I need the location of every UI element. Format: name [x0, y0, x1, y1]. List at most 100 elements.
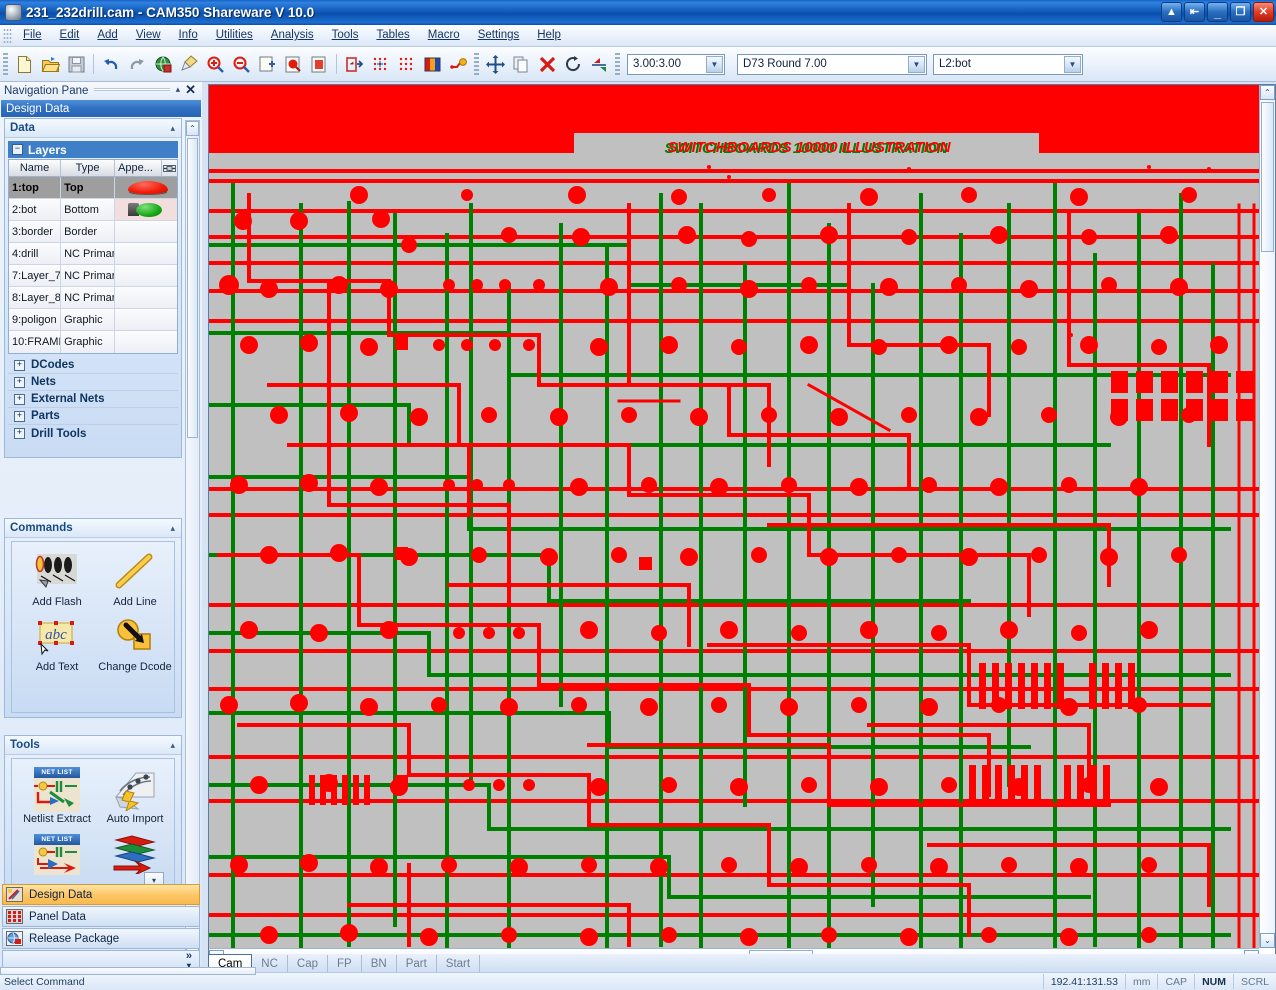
layer-appearance[interactable] — [115, 221, 177, 242]
column-header-name[interactable]: Name — [9, 160, 62, 176]
column-header-type[interactable]: Type — [61, 160, 116, 176]
grid-visible-icon[interactable] — [368, 52, 392, 76]
menu-item-file[interactable]: File — [14, 26, 51, 45]
menu-item-utilities[interactable]: Utilities — [207, 26, 262, 45]
mode-button-release-package[interactable]: Release Package — [2, 928, 200, 949]
layer-appearance[interactable] — [115, 265, 177, 286]
command-add-text[interactable]: abc Add Text — [18, 613, 96, 674]
undo-arrow-icon[interactable] — [99, 52, 123, 76]
pane-close-icon[interactable]: ✕ — [185, 82, 202, 100]
data-panel-header[interactable]: Data ▴ — [5, 119, 181, 138]
redo-arrow-icon[interactable] — [125, 52, 149, 76]
table-row[interactable]: 4:drill NC Primary — [9, 243, 177, 265]
pcb-artwork[interactable]: SWITCHBOARDS 10000 ILLUSTRATION SWITCHBO… — [209, 85, 1259, 948]
rotate-icon[interactable] — [561, 52, 585, 76]
layers-group-row[interactable]: − Layers — [8, 141, 178, 158]
collapse-icon[interactable]: ▴ — [170, 123, 181, 134]
tree-node-parts[interactable]: + Parts — [8, 408, 178, 425]
command-add-line[interactable]: Add Line — [96, 548, 174, 609]
table-row[interactable]: 2:bot Bottom — [9, 199, 177, 221]
layer-appearance[interactable] — [115, 177, 177, 198]
expand-icon[interactable]: + — [14, 359, 25, 371]
menu-item-info[interactable]: Info — [170, 26, 207, 45]
layer-appearance[interactable] — [115, 243, 177, 264]
command-add-flash[interactable]: Add Flash — [18, 548, 96, 609]
tab-cap[interactable]: Cap — [288, 955, 329, 972]
tool-auto-import[interactable]: Auto Import — [96, 765, 174, 826]
tool-netlist-extract[interactable]: NET LIST Netlist Extract — [18, 765, 96, 826]
window-title-bar[interactable]: 231_232drill.cam - CAM350 Shareware V 10… — [0, 0, 1276, 25]
tree-node-dcodes[interactable]: + DCodes — [8, 357, 178, 374]
design-data-section-tab[interactable]: Design Data — [1, 100, 201, 117]
menu-item-help[interactable]: Help — [528, 26, 570, 45]
maximize-button[interactable]: ❐ — [1230, 2, 1251, 22]
move-icon[interactable] — [483, 52, 507, 76]
menu-item-settings[interactable]: Settings — [469, 26, 529, 45]
delete-icon[interactable] — [535, 52, 559, 76]
tree-node-nets[interactable]: + Nets — [8, 374, 178, 391]
expand-icon[interactable]: + — [14, 376, 25, 388]
tab-fp[interactable]: FP — [328, 955, 362, 972]
zoom-out-icon[interactable] — [229, 52, 253, 76]
appearance-settings-icon[interactable] — [162, 160, 177, 176]
table-row[interactable]: 9:poligon Graphic — [9, 309, 177, 331]
scrollbar-thumb[interactable] — [1261, 102, 1274, 252]
mode-button-panel-data[interactable]: Panel Data — [2, 906, 200, 927]
pan-window-icon[interactable] — [342, 52, 366, 76]
menu-drag-grip[interactable] — [3, 27, 12, 44]
layer-appearance[interactable] — [115, 331, 177, 353]
tool-layer-stack[interactable] — [96, 830, 174, 878]
expand-icon[interactable]: + — [14, 428, 25, 439]
chevron-down-icon[interactable]: ▼ — [908, 55, 925, 73]
zoom-window-icon[interactable] — [255, 52, 279, 76]
toolbar-end-grip[interactable] — [615, 53, 620, 75]
command-change-dcode[interactable]: Change Dcode — [96, 613, 174, 674]
active-layer-combo[interactable]: L2:bot ▼ — [933, 53, 1083, 75]
collapse-icon[interactable]: ▴ — [170, 523, 181, 534]
tab-nc[interactable]: NC — [252, 955, 288, 972]
table-row[interactable]: 7:Layer_7 NC Primary — [9, 265, 177, 287]
tab-start[interactable]: Start — [437, 955, 481, 972]
menu-item-tables[interactable]: Tables — [367, 26, 418, 45]
save-disk-icon[interactable] — [64, 52, 88, 76]
minimize-button[interactable]: _ — [1207, 2, 1228, 22]
canvas-vertical-scrollbar[interactable]: ⌃ ⌄ — [1259, 85, 1275, 948]
pane-minimize-icon[interactable]: ▴ — [176, 84, 186, 98]
menu-item-add[interactable]: Add — [88, 26, 126, 45]
toolbar-group-grip[interactable] — [474, 53, 479, 75]
expand-icon[interactable]: + — [14, 393, 25, 405]
expand-icon[interactable]: + — [14, 410, 25, 422]
rollup-button[interactable]: ▲ — [1161, 2, 1182, 22]
globe-icon[interactable] — [151, 52, 175, 76]
collapse-icon[interactable]: ▴ — [170, 740, 181, 751]
paint-brush-icon[interactable] — [177, 52, 201, 76]
table-row[interactable]: 3:border Border — [9, 221, 177, 243]
layer-appearance[interactable] — [115, 287, 177, 308]
layer-appearance[interactable] — [115, 199, 177, 220]
grid-snap-icon[interactable] — [394, 52, 418, 76]
menu-item-macro[interactable]: Macro — [419, 26, 469, 45]
zoom-previous-icon[interactable] — [281, 52, 305, 76]
layer-appearance[interactable] — [115, 309, 177, 330]
new-file-icon[interactable] — [12, 52, 36, 76]
tab-bn[interactable]: BN — [362, 955, 397, 972]
table-row[interactable]: 8:Layer_8 NC Primary — [9, 287, 177, 309]
pane-drag-dots[interactable] — [94, 87, 170, 95]
highlight-net-icon[interactable] — [446, 52, 470, 76]
scroll-down-button[interactable]: ⌄ — [1260, 933, 1275, 948]
restore-down-button[interactable]: ⇤ — [1184, 2, 1205, 22]
cam-canvas-viewport[interactable]: SWITCHBOARDS 10000 ILLUSTRATION SWITCHBO… — [209, 85, 1259, 948]
close-button[interactable]: ✕ — [1253, 2, 1274, 22]
chevron-down-icon[interactable]: ▼ — [1064, 55, 1081, 73]
tab-part[interactable]: Part — [397, 955, 437, 972]
mirror-icon[interactable] — [587, 52, 611, 76]
table-row[interactable]: 1:top Top — [9, 177, 177, 199]
color-layers-icon[interactable] — [420, 52, 444, 76]
collapse-expander-icon[interactable]: − — [12, 144, 23, 155]
scroll-up-button[interactable]: ⌃ — [186, 121, 199, 136]
dcode-combo[interactable]: D73 Round 7.00 ▼ — [737, 53, 927, 75]
toolbar-drag-grip[interactable] — [3, 53, 8, 75]
navigation-pane-scrollbar[interactable]: ⌃ ⌄ — [185, 120, 200, 962]
grid-size-combo[interactable]: 3.00:3.00 ▼ — [627, 53, 725, 75]
scrollbar-thumb[interactable] — [187, 138, 198, 438]
